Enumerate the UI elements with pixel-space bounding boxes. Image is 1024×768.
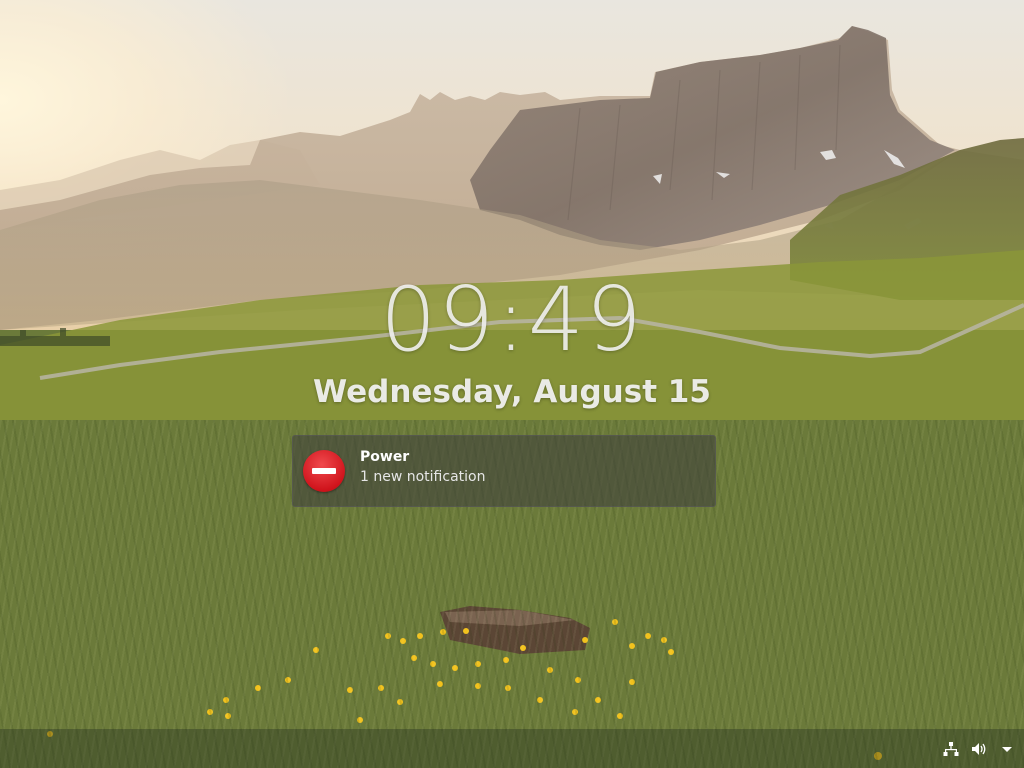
volume-icon[interactable] <box>970 740 988 758</box>
stop-sign-icon <box>303 450 345 492</box>
notification-title: Power <box>360 449 410 465</box>
lock-clock-time: 09:49 <box>380 268 644 371</box>
notification-body: 1 new notification <box>360 469 486 485</box>
system-tray <box>942 737 1016 761</box>
lock-clock-date: Wednesday, August 15 <box>313 374 711 410</box>
bottom-panel <box>0 729 1024 768</box>
network-icon[interactable] <box>942 740 960 758</box>
notification-summary[interactable]: Power 1 new notification <box>292 435 716 507</box>
menu-arrow-icon[interactable] <box>998 740 1016 758</box>
